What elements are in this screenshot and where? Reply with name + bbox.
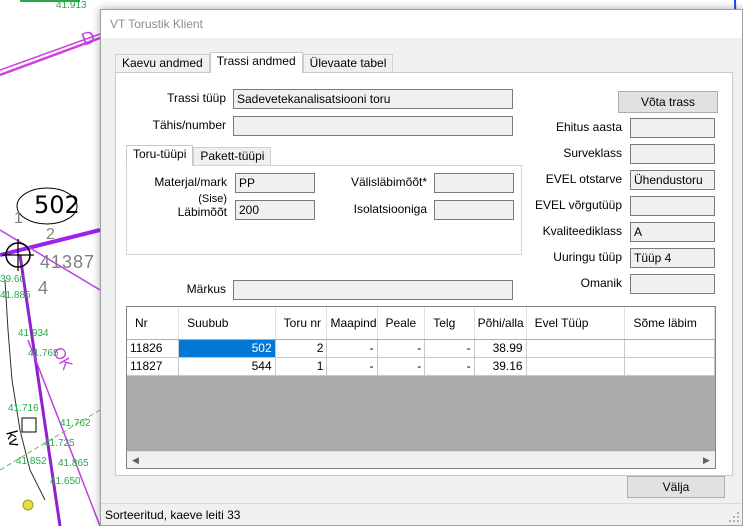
main-window: VT Torustik Klient Kaevu andmed Trassi a… [100, 9, 743, 526]
cell-some-labim[interactable] [624, 339, 715, 358]
uuringu-tyyp-field[interactable]: Tüüp 4 [630, 248, 715, 268]
col-header-peale[interactable]: Peale [377, 307, 426, 340]
cell-toru-nr[interactable]: 2 [275, 339, 328, 358]
isolatsioon-label: Isolatsiooniga [353, 202, 427, 216]
col-header-maapind[interactable]: Maapind [326, 307, 378, 340]
kvaliteediklass-field[interactable]: A [630, 222, 715, 242]
right-label-6: Omanik [580, 276, 622, 290]
cell-peale[interactable]: - [377, 339, 426, 358]
map-node [22, 499, 34, 511]
col-header-pohi-alla[interactable]: Põhi/alla [474, 307, 527, 340]
materjal-field[interactable]: PP [235, 173, 315, 193]
cell-evel-tyyp[interactable] [526, 339, 626, 358]
right-label-2: EVEL otstarve [545, 172, 622, 186]
main-tabs: Kaevu andmed Trassi andmed Ülevaate tabe… [115, 52, 394, 73]
tahis-label: Tähis/number [152, 118, 226, 132]
materjal-label: Materjal/mark [154, 175, 227, 189]
tab-trassi-andmed[interactable]: Trassi andmed [209, 52, 303, 73]
cell-maapind[interactable]: - [326, 339, 378, 358]
cell-nr[interactable]: 11827 [127, 357, 180, 376]
resize-grip-icon[interactable] [728, 511, 740, 523]
scroll-left-icon[interactable]: ◀ [127, 452, 144, 468]
tab-kaevu-andmed[interactable]: Kaevu andmed [115, 54, 210, 73]
status-bar: Sorteeritud, kaeve leiti 33 [101, 503, 742, 525]
trassi-andmed-panel: Trassi tüüp Sadevetekanalisatsiooni toru… [115, 72, 733, 476]
table-row[interactable]: 11827 544 1 - - - 39.16 [127, 357, 715, 376]
pipes-table: Nr Suubub Toru nr Maapind Peale Telg Põh… [127, 307, 715, 376]
surveklass-field[interactable] [630, 144, 715, 164]
valislabimoot-field[interactable] [434, 173, 514, 193]
cell-suubub[interactable]: 544 [178, 357, 276, 376]
cell-telg[interactable]: - [424, 357, 475, 376]
cell-peale[interactable]: - [377, 357, 426, 376]
omanik-field[interactable] [630, 274, 715, 294]
col-header-telg[interactable]: Telg [424, 307, 475, 340]
cell-maapind[interactable]: - [326, 357, 378, 376]
cell-telg[interactable]: - [424, 339, 475, 358]
right-label-3: EVEL võrgutüüp [535, 198, 622, 212]
tahis-field[interactable] [233, 116, 513, 136]
well-number-label: 502 [34, 191, 80, 219]
trassi-tyyp-label: Trassi tüüp [167, 91, 226, 105]
col-header-suubub[interactable]: Suubub [178, 307, 276, 340]
cell-pohi-alla[interactable]: 39.16 [474, 357, 527, 376]
col-header-some-labim[interactable]: Sõme läbim [624, 307, 715, 340]
horizontal-scrollbar[interactable]: ◀ ▶ [127, 451, 715, 468]
cell-some-labim[interactable] [624, 357, 715, 376]
cell-pohi-alla[interactable]: 38.99 [474, 339, 527, 358]
markus-field[interactable] [233, 280, 513, 300]
right-label-1: Surveklass [563, 146, 622, 160]
valja-button[interactable]: Välja [627, 476, 725, 498]
cell-suubub[interactable]: 502 [178, 339, 276, 358]
tab-pakett-tyypi[interactable]: Pakett-tüüpi [193, 147, 272, 166]
status-text: Sorteeritud, kaeve leiti 33 [105, 508, 241, 522]
tab-ulevaate-tabel[interactable]: Ülevaate tabel [302, 54, 394, 73]
right-label-4: Kvaliteediklass [542, 224, 622, 238]
cell-toru-nr[interactable]: 1 [275, 357, 328, 376]
col-header-evel-tyyp[interactable]: Evel Tüüp [526, 307, 626, 340]
window-title: VT Torustik Klient [101, 10, 742, 38]
map-square [21, 417, 37, 433]
pipes-grid[interactable]: Nr Suubub Toru nr Maapind Peale Telg Põh… [126, 306, 716, 469]
markus-label: Märkus [186, 282, 226, 296]
col-header-nr[interactable]: Nr [127, 307, 180, 340]
trassi-tyyp-field[interactable]: Sadevetekanalisatsiooni toru [233, 89, 513, 109]
labimoot-field[interactable]: 200 [235, 200, 315, 220]
labimoot-label-line2: Läbimõõt [177, 205, 227, 219]
toru-tyypi-panel: Materjal/mark PP (Sise) Läbimõõt 200 Väl… [126, 165, 522, 255]
valislabimoot-label: Välisläbimõõt* [350, 175, 427, 189]
pipe-subtabs: Toru-tüüpi Pakett-tüüpi [126, 145, 272, 166]
table-header-row: Nr Suubub Toru nr Maapind Peale Telg Põh… [127, 307, 715, 340]
labimoot-label-line1: (Sise) [198, 193, 227, 205]
cell-nr[interactable]: 11826 [127, 339, 180, 358]
right-label-5: Uuringu tüüp [553, 250, 622, 264]
ehitus-aasta-field[interactable] [630, 118, 715, 138]
table-row[interactable]: 11826 502 2 - - - 38.99 [127, 339, 715, 358]
right-label-0: Ehitus aasta [555, 120, 622, 134]
col-header-toru-nr[interactable]: Toru nr [275, 307, 328, 340]
tab-toru-tyypi[interactable]: Toru-tüüpi [126, 145, 194, 166]
evel-otstarve-field[interactable]: Ühendustoru [630, 170, 715, 190]
cell-evel-tyyp[interactable] [526, 357, 626, 376]
evel-vorgutyyp-field[interactable] [630, 196, 715, 216]
isolatsioon-field[interactable] [434, 200, 514, 220]
scroll-right-icon[interactable]: ▶ [698, 452, 715, 468]
vota-trass-button[interactable]: Võta trass [618, 91, 718, 113]
